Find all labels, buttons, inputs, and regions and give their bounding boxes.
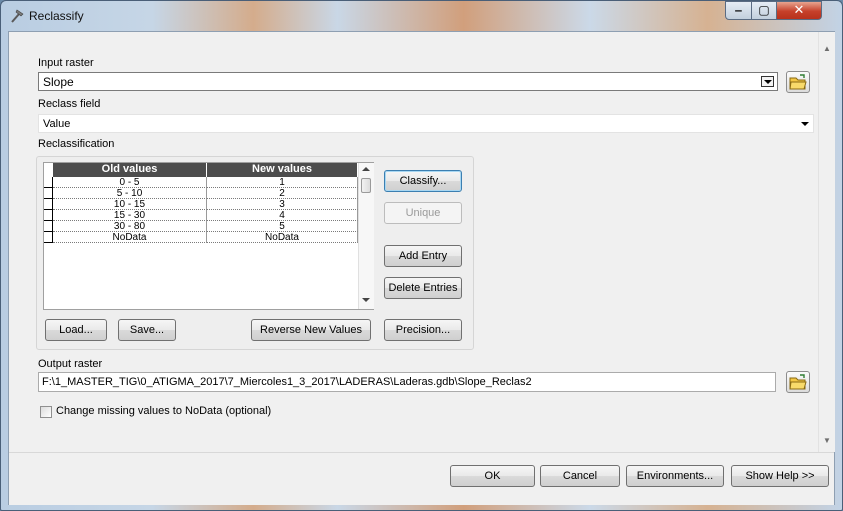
cancel-button[interactable]: Cancel	[540, 465, 620, 487]
table-scrollbar[interactable]	[358, 163, 374, 309]
scroll-down-icon[interactable]	[362, 298, 370, 302]
row-selector[interactable]	[44, 210, 53, 221]
minimize-icon: ‒	[735, 3, 742, 17]
input-raster-label: Input raster	[38, 57, 94, 69]
row-selector[interactable]	[44, 232, 53, 243]
environments-button[interactable]: Environments...	[626, 465, 724, 487]
window-title: Reclassify	[29, 9, 84, 23]
reclass-field-value: Value	[43, 118, 71, 130]
precision-button[interactable]: Precision...	[384, 319, 462, 341]
table-row[interactable]: 30 - 80 5	[44, 221, 358, 232]
reclassification-label: Reclassification	[38, 138, 115, 150]
table-row[interactable]: 5 - 10 2	[44, 188, 358, 199]
delete-entries-button[interactable]: Delete Entries	[384, 277, 462, 299]
old-value-cell[interactable]: 10 - 15	[53, 199, 207, 210]
output-raster-label: Output raster	[38, 358, 103, 370]
close-button[interactable]: ✕	[776, 1, 822, 20]
scroll-thumb[interactable]	[361, 178, 371, 193]
classify-button[interactable]: Classify...	[384, 170, 462, 192]
new-value-cell[interactable]: NoData	[207, 232, 358, 243]
scroll-down-icon[interactable]: ▼	[823, 436, 831, 445]
open-folder-icon	[789, 74, 807, 90]
reverse-new-values-button[interactable]: Reverse New Values	[251, 319, 371, 341]
show-help-button[interactable]: Show Help >>	[731, 465, 829, 487]
old-value-cell[interactable]: NoData	[53, 232, 207, 243]
old-values-header[interactable]: Old values	[53, 163, 207, 177]
input-raster-value: Slope	[43, 75, 74, 89]
scroll-up-icon[interactable]	[362, 167, 370, 171]
output-raster-input[interactable]: F:\1_MASTER_TIG\0_ATIGMA_2017\7_Miercole…	[38, 372, 776, 392]
old-value-cell[interactable]: 0 - 5	[53, 177, 207, 188]
ok-button[interactable]: OK	[450, 465, 535, 487]
reclassification-group: Old values New values 0 - 5 1 5 - 10 2 1…	[36, 156, 474, 350]
chevron-down-icon[interactable]	[801, 122, 809, 126]
open-folder-icon	[789, 374, 807, 390]
new-value-cell[interactable]: 3	[207, 199, 358, 210]
table-row[interactable]: NoData NoData	[44, 232, 358, 243]
old-value-cell[interactable]: 15 - 30	[53, 210, 207, 221]
output-raster-browse-button[interactable]	[786, 371, 810, 393]
maximize-icon: ▢	[758, 3, 770, 17]
parameter-form: Input raster Slope Reclass field Value R…	[9, 32, 818, 452]
form-scrollbar[interactable]: ▲ ▼	[818, 32, 835, 452]
table-row[interactable]: 0 - 5 1	[44, 177, 358, 188]
reclass-field-label: Reclass field	[38, 98, 101, 110]
minimize-button[interactable]: ‒	[725, 1, 752, 20]
save-button[interactable]: Save...	[118, 319, 176, 341]
old-value-cell[interactable]: 5 - 10	[53, 188, 207, 199]
dialog-body: Input raster Slope Reclass field Value R…	[8, 31, 835, 505]
new-value-cell[interactable]: 1	[207, 177, 358, 188]
new-value-cell[interactable]: 2	[207, 188, 358, 199]
scroll-up-icon[interactable]: ▲	[823, 44, 831, 53]
close-icon: ✕	[793, 2, 805, 17]
old-value-cell[interactable]: 30 - 80	[53, 221, 207, 232]
reclass-table-header: Old values New values	[44, 163, 358, 177]
new-value-cell[interactable]: 5	[207, 221, 358, 232]
row-selector[interactable]	[44, 221, 53, 232]
dialog-footer: OK Cancel Environments... Show Help >>	[9, 452, 834, 505]
load-button[interactable]: Load...	[45, 319, 107, 341]
chevron-down-icon[interactable]	[761, 76, 774, 87]
maximize-button[interactable]: ▢	[751, 1, 777, 20]
new-value-cell[interactable]: 4	[207, 210, 358, 221]
reclass-table[interactable]: Old values New values 0 - 5 1 5 - 10 2 1…	[43, 162, 374, 310]
change-missing-values-checkbox[interactable]	[40, 406, 52, 418]
row-selector[interactable]	[44, 188, 53, 199]
input-raster-combo[interactable]: Slope	[38, 72, 778, 91]
row-selector[interactable]	[44, 177, 53, 188]
reclassify-window: Reclassify ‒ ▢ ✕ Input raster Slope Recl…	[0, 0, 843, 511]
add-entry-button[interactable]: Add Entry	[384, 245, 462, 267]
hammer-icon	[11, 9, 24, 23]
new-values-header[interactable]: New values	[207, 163, 358, 177]
change-missing-values-label: Change missing values to NoData (optiona…	[56, 405, 272, 417]
title-bar[interactable]: Reclassify ‒ ▢ ✕	[1, 1, 842, 31]
input-raster-browse-button[interactable]	[786, 71, 810, 93]
table-row[interactable]: 10 - 15 3	[44, 199, 358, 210]
row-selector[interactable]	[44, 199, 53, 210]
table-row[interactable]: 15 - 30 4	[44, 210, 358, 221]
unique-button[interactable]: Unique	[384, 202, 462, 224]
reclass-field-combo[interactable]: Value	[38, 114, 814, 133]
